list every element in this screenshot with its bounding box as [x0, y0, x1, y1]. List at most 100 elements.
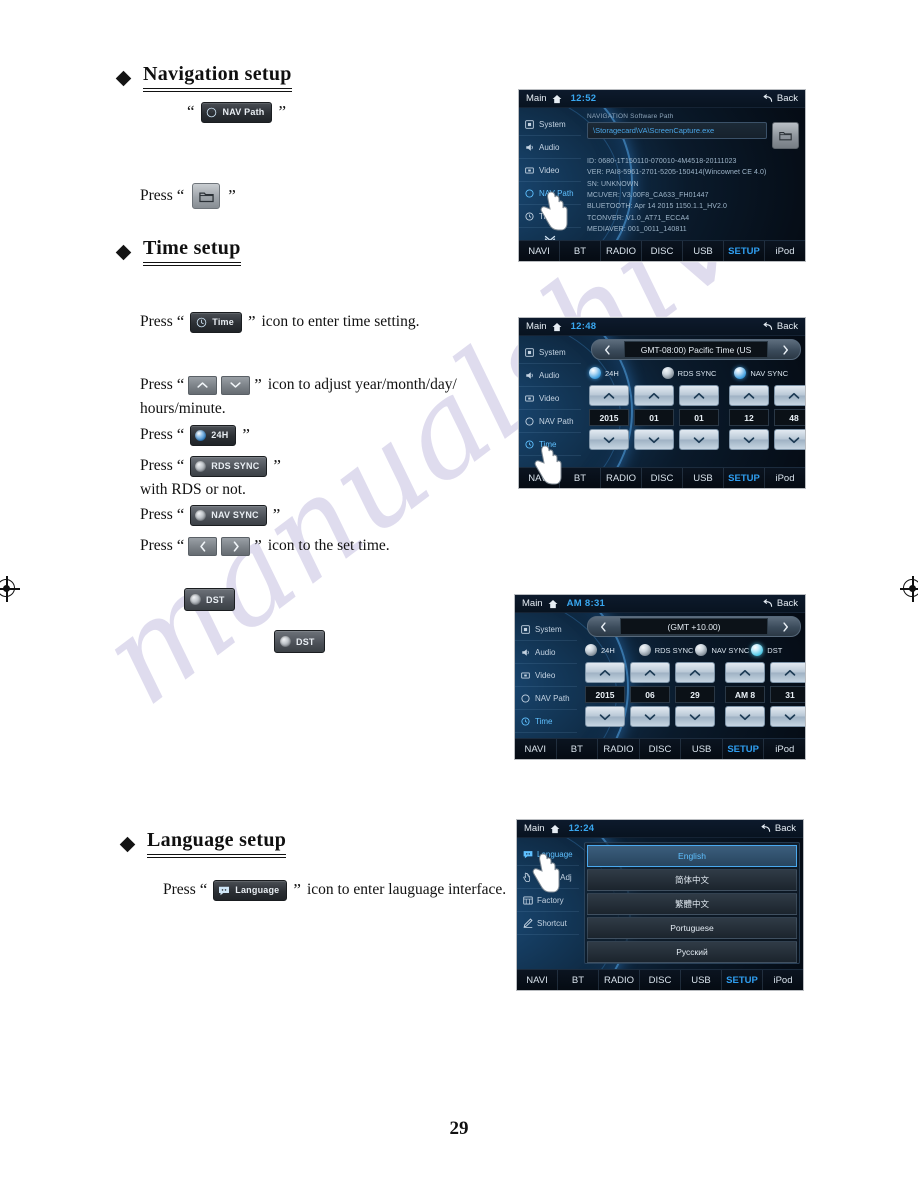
rds-sync-chip[interactable]: RDS SYNC	[190, 455, 268, 477]
spinner-up-chevron-up-icon[interactable]	[679, 385, 719, 406]
back-arrow-icon[interactable]	[762, 93, 773, 104]
home-icon[interactable]	[550, 824, 560, 834]
back-arrow-icon[interactable]	[762, 321, 773, 332]
home-icon[interactable]	[552, 94, 562, 104]
nav-tab-ipod[interactable]: iPod	[763, 970, 803, 990]
sidebar-item-touch-adj[interactable]: Touch Adj	[517, 866, 579, 889]
spinner-down-chevron-down-icon[interactable]	[774, 429, 805, 450]
nav-tab-bt[interactable]: BT	[557, 739, 599, 759]
toggle-24h[interactable]: 24H	[585, 644, 637, 656]
chevron-left-icon[interactable]	[188, 536, 218, 556]
language-item-english[interactable]: English	[587, 845, 797, 867]
chevron-right-icon[interactable]	[770, 617, 800, 636]
language-item-russian[interactable]: Русский	[587, 941, 797, 963]
sidebar-item-system[interactable]: System	[515, 618, 577, 641]
back-label[interactable]: Back	[775, 823, 796, 834]
spinner-down-chevron-down-icon[interactable]	[585, 706, 625, 727]
spinner-down-chevron-down-icon[interactable]	[729, 429, 769, 450]
spinner-up-chevron-up-icon[interactable]	[770, 662, 805, 683]
nav-tab-radio[interactable]: RADIO	[599, 970, 640, 990]
toggle-rds-sync[interactable]: RDS SYNC	[638, 644, 693, 656]
chevron-down-icon[interactable]	[221, 375, 251, 395]
sidebar-item-time[interactable]: Time	[519, 433, 581, 456]
sidebar-item-language[interactable]: Language	[517, 843, 579, 866]
nav-tab-radio[interactable]: RADIO	[598, 739, 640, 759]
sidebar-item-audio[interactable]: Audio	[519, 136, 581, 159]
nav-tab-disc[interactable]: DISC	[640, 970, 681, 990]
nav-sync-chip[interactable]: NAV SYNC	[190, 504, 267, 526]
spinner-down-chevron-down-icon[interactable]	[630, 706, 670, 727]
nav-tab-ipod[interactable]: iPod	[765, 468, 805, 488]
time-chip[interactable]: Time	[190, 311, 242, 333]
sidebar-item-nav-path[interactable]: NAV Path	[515, 687, 577, 710]
nav-tab-setup[interactable]: SETUP	[724, 241, 765, 261]
spinner-up-chevron-up-icon[interactable]	[675, 662, 715, 683]
toggle-nav-sync[interactable]: NAV SYNC	[734, 367, 803, 379]
sidebar-item-nav-path[interactable]: NAV Path	[519, 410, 581, 433]
nav-tab-navi[interactable]: NAVI	[517, 970, 558, 990]
nav-tab-usb[interactable]: USB	[681, 739, 723, 759]
nav-tab-navi[interactable]: NAVI	[519, 468, 560, 488]
home-icon[interactable]	[552, 322, 562, 332]
nav-tab-setup[interactable]: SETUP	[724, 468, 765, 488]
nav-tab-usb[interactable]: USB	[683, 468, 724, 488]
spinner-down-chevron-down-icon[interactable]	[675, 706, 715, 727]
toggle-nav-sync[interactable]: NAV SYNC	[695, 644, 749, 656]
sidebar-item-factory[interactable]: Factory	[517, 889, 579, 912]
chevron-right-icon[interactable]	[221, 536, 251, 556]
nav-tab-navi[interactable]: NAVI	[515, 739, 557, 759]
nav-tab-ipod[interactable]: iPod	[765, 241, 805, 261]
nav-tab-ipod[interactable]: iPod	[764, 739, 805, 759]
sidebar-item-time[interactable]: Time	[515, 710, 577, 733]
sidebar-item-nav-path[interactable]: NAV Path	[519, 182, 581, 205]
nav-tab-disc[interactable]: DISC	[642, 468, 683, 488]
back-label[interactable]: Back	[777, 321, 798, 332]
language-chip[interactable]: Language	[213, 879, 288, 901]
chevron-up-icon[interactable]	[188, 375, 218, 395]
spinner-up-chevron-up-icon[interactable]	[634, 385, 674, 406]
spinner-up-chevron-up-icon[interactable]	[585, 662, 625, 683]
dst-chip[interactable]: DST	[274, 630, 325, 653]
nav-tab-setup[interactable]: SETUP	[723, 739, 765, 759]
nav-tab-disc[interactable]: DISC	[642, 241, 683, 261]
chevron-left-icon[interactable]	[588, 617, 618, 636]
spinner-down-chevron-down-icon[interactable]	[725, 706, 765, 727]
nav-software-path-input[interactable]: \Storagecard\VA\ScreenCapture.exe	[587, 122, 767, 139]
spinner-down-chevron-down-icon[interactable]	[770, 706, 805, 727]
nav-tab-bt[interactable]: BT	[560, 241, 601, 261]
back-label[interactable]: Back	[777, 93, 798, 104]
toggle-rds-sync[interactable]: RDS SYNC	[661, 367, 731, 379]
nav-tab-disc[interactable]: DISC	[640, 739, 682, 759]
back-arrow-icon[interactable]	[762, 598, 773, 609]
nav-tab-navi[interactable]: NAVI	[519, 241, 560, 261]
toggle-dst[interactable]: DST	[751, 644, 803, 656]
nav-path-chip[interactable]: NAV Path	[200, 101, 273, 123]
spinner-up-chevron-up-icon[interactable]	[589, 385, 629, 406]
nav-tab-radio[interactable]: RADIO	[601, 241, 642, 261]
language-item-simplified-chinese[interactable]: 简体中文	[587, 869, 797, 891]
spinner-down-chevron-down-icon[interactable]	[634, 429, 674, 450]
folder-icon[interactable]	[192, 183, 221, 209]
dst-chip[interactable]: DST	[184, 588, 235, 611]
toggle-24h[interactable]: 24H	[589, 367, 658, 379]
nav-tab-usb[interactable]: USB	[683, 241, 724, 261]
sidebar-item-audio[interactable]: Audio	[519, 364, 581, 387]
chevron-left-icon[interactable]	[592, 340, 622, 359]
folder-icon[interactable]	[772, 122, 799, 149]
nav-tab-radio[interactable]: RADIO	[601, 468, 642, 488]
back-label[interactable]: Back	[777, 598, 798, 609]
spinner-up-chevron-up-icon[interactable]	[729, 385, 769, 406]
sidebar-item-shortcut[interactable]: Shortcut	[517, 912, 579, 935]
spinner-up-chevron-up-icon[interactable]	[725, 662, 765, 683]
language-item-portuguese[interactable]: Portuguese	[587, 917, 797, 939]
sidebar-item-time[interactable]: Time	[519, 205, 581, 228]
home-icon[interactable]	[548, 599, 558, 609]
language-item-traditional-chinese[interactable]: 繁體中文	[587, 893, 797, 915]
sidebar-item-audio[interactable]: Audio	[515, 641, 577, 664]
nav-tab-setup[interactable]: SETUP	[722, 970, 763, 990]
nav-tab-bt[interactable]: BT	[558, 970, 599, 990]
sidebar-item-video[interactable]: Video	[515, 664, 577, 687]
spinner-down-chevron-down-icon[interactable]	[589, 429, 629, 450]
sidebar-item-system[interactable]: System	[519, 113, 581, 136]
nav-tab-bt[interactable]: BT	[560, 468, 601, 488]
